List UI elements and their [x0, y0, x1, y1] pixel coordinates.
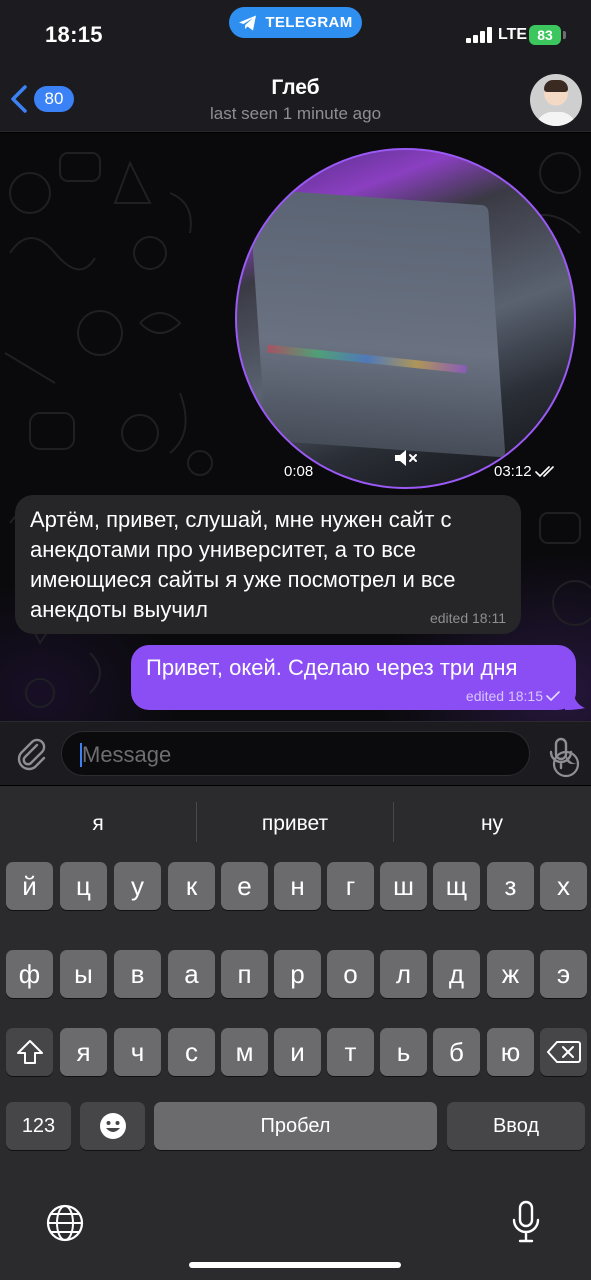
battery-level: 83	[529, 25, 561, 45]
key-letter[interactable]: а	[168, 950, 215, 998]
suggestion-1[interactable]: я	[0, 812, 196, 836]
suggestion-3[interactable]: ну	[394, 812, 590, 836]
battery-tip	[563, 31, 566, 39]
signal-icon	[466, 27, 492, 43]
message-meta: edited 18:15	[466, 688, 561, 704]
video-timestamp: 03:12	[494, 463, 557, 480]
composer-bar: Message	[0, 721, 591, 785]
video-time-label: 03:12	[494, 463, 532, 480]
key-letter[interactable]: е	[221, 862, 268, 910]
key-letter[interactable]: п	[221, 950, 268, 998]
key-letter[interactable]: щ	[433, 862, 480, 910]
chat-header: 80 Глеб last seen 1 minute ago	[0, 56, 591, 132]
mute-icon[interactable]	[393, 447, 419, 469]
chat-status: last seen 1 minute ago	[209, 104, 382, 123]
status-time: 18:15	[45, 22, 103, 47]
key-letter[interactable]: о	[327, 950, 374, 998]
avatar[interactable]	[530, 74, 582, 126]
globe-icon[interactable]	[45, 1203, 85, 1243]
shift-key[interactable]	[6, 1028, 53, 1076]
double-check-icon	[534, 465, 554, 477]
key-letter[interactable]: ю	[487, 1028, 534, 1076]
key-letter[interactable]: х	[540, 862, 587, 910]
key-letter[interactable]: ь	[380, 1028, 427, 1076]
key-letter[interactable]: я	[60, 1028, 107, 1076]
numbers-key[interactable]: 123	[6, 1102, 71, 1150]
telegram-pill-label: TELEGRAM	[265, 14, 353, 31]
suggestion-2[interactable]: привет	[197, 812, 393, 836]
backspace-key[interactable]	[540, 1028, 587, 1076]
key-letter[interactable]: и	[274, 1028, 321, 1076]
key-letter[interactable]: м	[221, 1028, 268, 1076]
telegram-icon	[239, 15, 257, 30]
message-outgoing[interactable]: Привет, окей. Сделаю через три дня edite…	[131, 645, 585, 710]
message-text: Привет, окей. Сделаю через три дня	[146, 655, 518, 680]
message-meta-label: edited 18:15	[465, 688, 543, 704]
return-key[interactable]: Ввод	[447, 1102, 585, 1150]
check-icon	[546, 691, 560, 702]
emoji-key[interactable]	[80, 1102, 145, 1150]
video-duration: 0:08	[284, 463, 314, 480]
bubble-tail	[565, 692, 585, 710]
message-text: Артём, привет, слушай, мне нужен сайт с …	[30, 507, 456, 622]
key-letter[interactable]: ы	[60, 950, 107, 998]
emoji-icon	[99, 1113, 126, 1139]
key-letter[interactable]: у	[114, 862, 161, 910]
keyboard: я привет ну й ц у к е н г ш щ з х ф ы в …	[0, 786, 591, 1280]
dictation-icon[interactable]	[511, 1200, 541, 1244]
status-bar: 18:15 TELEGRAM LTE 83	[0, 0, 591, 56]
shift-icon	[16, 1040, 43, 1064]
key-letter[interactable]: в	[114, 950, 161, 998]
key-letter[interactable]: з	[487, 862, 534, 910]
message-meta: edited 18:11	[429, 610, 506, 626]
key-letter[interactable]: г	[327, 862, 374, 910]
space-key[interactable]: Пробел	[154, 1102, 437, 1150]
chat-title[interactable]: Глеб	[0, 76, 591, 100]
video-message[interactable]	[235, 148, 576, 489]
key-letter[interactable]: ф	[6, 950, 53, 998]
key-letter[interactable]: с	[168, 1028, 215, 1076]
key-letter[interactable]: ш	[380, 862, 427, 910]
message-placeholder: Message	[82, 742, 172, 767]
key-letter[interactable]: л	[380, 950, 427, 998]
key-letter[interactable]: д	[433, 950, 480, 998]
key-letter[interactable]: э	[540, 950, 587, 998]
key-letter[interactable]: й	[6, 862, 53, 910]
paperclip-icon[interactable]	[13, 735, 49, 771]
backspace-icon	[546, 1041, 581, 1063]
home-indicator	[189, 1262, 401, 1268]
key-letter[interactable]: ж	[487, 950, 534, 998]
key-letter[interactable]: к	[168, 862, 215, 910]
key-letter[interactable]: р	[274, 950, 321, 998]
microphone-icon[interactable]	[548, 737, 574, 771]
key-letter[interactable]: ц	[60, 862, 107, 910]
message-incoming[interactable]: Артём, привет, слушай, мне нужен сайт с …	[15, 495, 521, 634]
key-letter[interactable]: ч	[114, 1028, 161, 1076]
network-type: LTE	[498, 26, 528, 43]
suggestion-bar: я привет ну	[0, 786, 591, 862]
key-letter[interactable]: б	[433, 1028, 480, 1076]
telegram-pill[interactable]: TELEGRAM	[229, 7, 362, 38]
key-letter[interactable]: н	[274, 862, 321, 910]
message-input[interactable]: Message	[61, 731, 580, 778]
key-letter[interactable]: т	[327, 1028, 374, 1076]
